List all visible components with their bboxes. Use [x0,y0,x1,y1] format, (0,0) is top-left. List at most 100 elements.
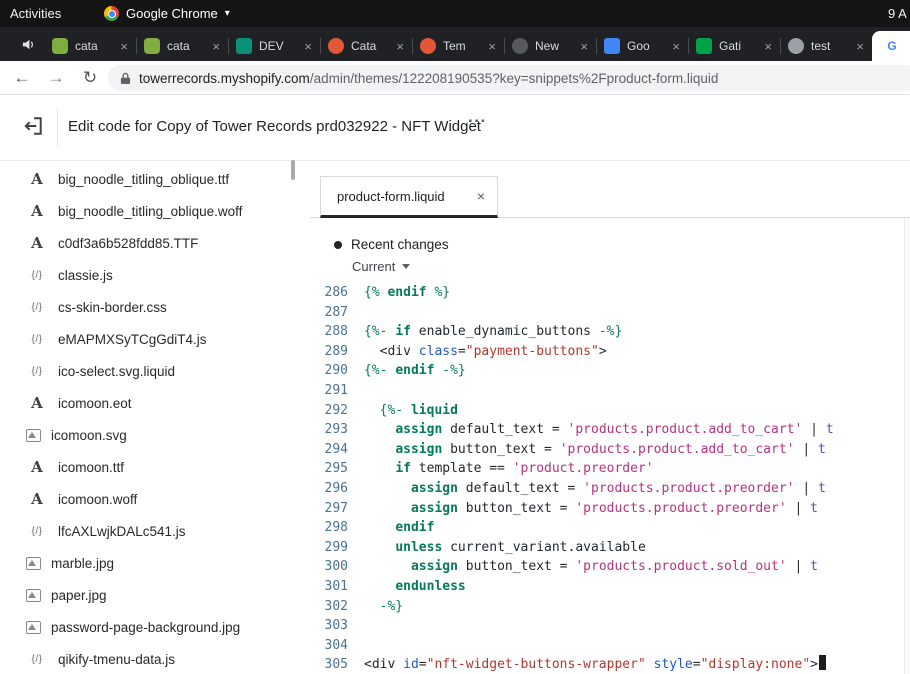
file-list-item[interactable]: Abig_noodle_titling_oblique.woff [0,195,300,227]
browser-tab[interactable]: DEV× [228,31,320,61]
activities-button[interactable]: Activities [10,0,61,27]
file-list-item[interactable]: {/}qikify-tmenu-data.js [0,643,300,674]
file-list-item[interactable]: Abig_noodle_titling_oblique.ttf [0,163,300,195]
tab-close-icon[interactable]: × [580,39,588,54]
file-name: password-page-background.jpg [51,620,240,635]
file-list-item[interactable]: marble.jpg [0,547,300,579]
code-editor[interactable]: 286{% endif %}287288{%- if enable_dynami… [310,283,910,674]
code-text: {%- endif -%} [364,361,466,381]
file-list-item[interactable]: {/}lfcAXLwjkDALc541.js [0,515,300,547]
tab-close-icon[interactable]: × [304,39,312,54]
file-list-item[interactable]: {/}eMAPMXSyTCgGdiT4.js [0,323,300,355]
line-number: 294 [310,440,348,460]
app-menu-button[interactable]: Google Chrome ▾ [104,0,230,27]
tab-close-icon[interactable]: × [672,39,680,54]
shopify-favicon [52,38,68,54]
url-bar[interactable]: towerrecords.myshopify.com/admin/themes/… [108,65,910,91]
tab-close-icon[interactable]: × [120,39,128,54]
file-name: icomoon.svg [51,428,127,443]
globe-favicon [788,38,804,54]
back-button[interactable]: ← [10,61,34,94]
file-name: icomoon.woff [58,492,137,507]
browser-tab[interactable]: Cata× [320,31,412,61]
line-number: 289 [310,342,348,362]
code-file-icon: {/} [26,366,48,377]
file-list-item[interactable]: {/} ico-select.svg.liquid [0,355,300,387]
text-cursor [819,655,826,670]
close-icon[interactable]: × [477,188,485,204]
more-actions-button[interactable]: ... [468,107,487,127]
line-number: 303 [310,616,348,636]
reload-button[interactable]: ↻ [78,61,102,94]
recent-changes-label: Recent changes [351,237,449,252]
divider [57,108,58,146]
dev-favicon [236,38,252,54]
code-line: 302 -%} [310,597,910,617]
code-line: 293 assign default_text = 'products.prod… [310,420,910,440]
tab-close-icon[interactable]: × [764,39,772,54]
tab-close-icon[interactable]: × [856,39,864,54]
tab-title: cata [167,39,208,53]
recent-changes: Recent changes [334,237,449,252]
file-name: icomoon.ttf [58,460,124,475]
file-name: ico-select.svg.liquid [58,364,175,379]
tab-close-icon[interactable]: × [396,39,404,54]
file-list-item[interactable]: icomoon.svg [0,419,300,451]
editor-scrollbar-track[interactable] [904,218,910,674]
tab-title: cata [75,39,116,53]
line-number: 290 [310,361,348,381]
code-file-icon: {/} [26,654,48,665]
flame-favicon [420,38,436,54]
browser-tab[interactable]: cata × [136,31,228,61]
browser-tab[interactable]: New× [504,31,596,61]
line-number: 286 [310,283,348,303]
app-menu-label: Google Chrome [126,6,218,21]
file-list-scrollbar[interactable] [291,160,295,180]
code-line: 298 endif [310,518,910,538]
tab-close-icon[interactable]: × [212,39,220,54]
file-list-item[interactable]: Aicomoon.eot [0,387,300,419]
active-browser-tab[interactable]: G [872,31,910,61]
file-name: icomoon.eot [58,396,132,411]
code-line: 300 assign button_text = 'products.produ… [310,557,910,577]
code-line: 299 unless current_variant.available [310,538,910,558]
editor-header: Edit code for Copy of Tower Records prd0… [0,95,910,161]
dark-favicon [512,38,528,54]
tab-close-icon[interactable]: × [488,39,496,54]
code-text: assign button_text = 'products.product.s… [364,557,818,577]
editor-tab-product-form[interactable]: product-form.liquid × [320,176,498,218]
code-line: 303 [310,616,910,636]
line-number: 302 [310,597,348,617]
file-list-item[interactable]: Aicomoon.woff [0,483,300,515]
clock-label[interactable]: 9 A [888,0,907,27]
line-number: 287 [310,303,348,323]
code-text: endunless [364,577,466,597]
forward-button[interactable]: → [44,61,68,94]
file-list-item[interactable]: password-page-background.jpg [0,611,300,643]
exit-code-editor-button[interactable] [16,109,50,143]
blue-favicon [604,38,620,54]
file-list-item[interactable]: Aicomoon.ttf [0,451,300,483]
file-name: lfcAXLwjkDALc541.js [58,524,186,539]
browser-tab[interactable]: Goo× [596,31,688,61]
browser-tab[interactable]: test× [780,31,872,61]
url-text: towerrecords.myshopify.com/admin/themes/… [139,71,718,86]
code-line: 288{%- if enable_dynamic_buttons -%} [310,322,910,342]
file-list-item[interactable]: Ac0df3a6b528fdd85.TTF [0,227,300,259]
file-list-item[interactable]: {/}classie.js [0,259,300,291]
code-text: assign button_text = 'products.product.p… [364,499,818,519]
file-list-item[interactable]: {/}cs-skin-border.css [0,291,300,323]
speaker-icon[interactable] [16,34,40,54]
version-dropdown[interactable]: Current [352,259,410,274]
browser-tab[interactable]: Tem× [412,31,504,61]
file-name: eMAPMXSyTCgGdiT4.js [58,332,207,347]
font-file-icon: A [26,170,48,188]
line-number: 301 [310,577,348,597]
browser-tab[interactable]: Gati× [688,31,780,61]
browser-tab[interactable]: cata × [44,31,136,61]
padlock-icon[interactable] [120,72,131,85]
image-file-icon [26,429,41,442]
file-list-item[interactable]: paper.jpg [0,579,300,611]
google-favicon: G [884,38,900,54]
code-text: {%- liquid [364,401,458,421]
